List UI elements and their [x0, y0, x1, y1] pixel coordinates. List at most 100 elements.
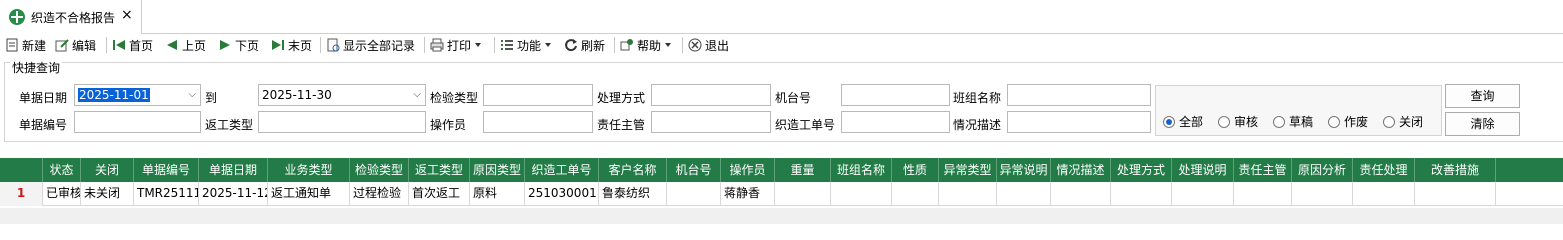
clear-button[interactable]: 清除: [1445, 112, 1520, 136]
radio-draft[interactable]: 草稿: [1273, 113, 1313, 130]
column-header[interactable]: 责任处理: [1353, 158, 1415, 182]
column-header[interactable]: 织造工单号: [525, 158, 599, 182]
column-header[interactable]: 原因类型: [470, 158, 525, 182]
table-cell[interactable]: 过程检验: [350, 182, 409, 206]
table-cell[interactable]: 251030001: [525, 182, 599, 206]
column-header[interactable]: 客户名称: [599, 158, 667, 182]
divider: [106, 37, 107, 53]
column-header[interactable]: 机台号: [667, 158, 721, 182]
column-header[interactable]: 处理方式: [1111, 158, 1172, 182]
column-header[interactable]: 返工类型: [409, 158, 470, 182]
last-page-button[interactable]: 末页: [271, 36, 312, 54]
table-cell[interactable]: [997, 182, 1051, 206]
refresh-icon: [564, 38, 578, 52]
date-from-picker[interactable]: 2025-11-01 ⌵: [74, 84, 201, 106]
close-icon[interactable]: ×: [121, 7, 133, 23]
desc-input[interactable]: [1007, 111, 1151, 133]
refresh-button[interactable]: 刷新: [564, 36, 605, 54]
table-cell[interactable]: 已审核: [43, 182, 81, 206]
exit-button[interactable]: 退出: [688, 36, 729, 54]
table-cell[interactable]: [1234, 182, 1292, 206]
edit-button[interactable]: 编辑: [55, 36, 96, 54]
table-cell[interactable]: [1353, 182, 1415, 206]
column-header[interactable]: 改善措施: [1415, 158, 1496, 182]
row-number[interactable]: 1: [0, 182, 43, 206]
desc-label: 情况描述: [953, 118, 1002, 132]
table-cell[interactable]: [1415, 182, 1496, 206]
column-header[interactable]: 处理说明: [1172, 158, 1234, 182]
tab-nonconformity-report[interactable]: 织造不合格报告 ×: [0, 0, 142, 34]
radio-approved[interactable]: 审核: [1218, 113, 1258, 130]
column-header[interactable]: 异常说明: [997, 158, 1051, 182]
horizontal-scrollbar[interactable]: [0, 208, 1563, 224]
chevron-down-icon: [545, 43, 552, 47]
function-menu-button[interactable]: 功能: [500, 36, 552, 54]
table-cell[interactable]: [1111, 182, 1172, 206]
table-cell[interactable]: 原料: [470, 182, 525, 206]
first-page-button[interactable]: 首页: [112, 36, 153, 54]
table-cell[interactable]: [1172, 182, 1234, 206]
column-header[interactable]: 单据编号: [134, 158, 199, 182]
rework-input[interactable]: [258, 111, 426, 133]
order-label: 织造工单号: [775, 118, 836, 132]
table-row[interactable]: 1已审核未关闭TMR251112012025-11-12返工通知单过程检验首次返…: [0, 182, 1563, 206]
new-button[interactable]: 新建: [5, 36, 46, 54]
operator-input[interactable]: [483, 111, 593, 133]
column-header[interactable]: 责任主管: [1234, 158, 1292, 182]
column-header[interactable]: 重量: [775, 158, 831, 182]
handle-label: 处理方式: [597, 91, 646, 105]
show-all-button[interactable]: 显示全部记录: [326, 36, 415, 54]
inspect-type-input[interactable]: [483, 84, 593, 106]
row-number-header[interactable]: [0, 158, 43, 182]
print-button[interactable]: 打印: [430, 36, 482, 54]
quick-query-title: 快捷查询: [10, 59, 63, 76]
column-header[interactable]: 异常类型: [939, 158, 997, 182]
exit-icon: [688, 38, 702, 52]
table-cell[interactable]: 返工通知单: [268, 182, 350, 206]
manager-input[interactable]: [651, 111, 771, 133]
table-cell[interactable]: [831, 182, 892, 206]
document-icon: [5, 38, 19, 52]
table-cell[interactable]: [667, 182, 721, 206]
inspect-type-label: 检验类型: [430, 91, 479, 105]
column-header[interactable]: 性质: [892, 158, 939, 182]
team-input[interactable]: [1007, 84, 1151, 106]
column-header[interactable]: 检验类型: [350, 158, 409, 182]
table-cell[interactable]: [775, 182, 831, 206]
date-to-picker[interactable]: 2025-11-30 ⌵: [258, 84, 426, 106]
column-header[interactable]: 关闭: [81, 158, 134, 182]
table-cell[interactable]: 鲁泰纺织: [599, 182, 667, 206]
query-button[interactable]: 查询: [1445, 84, 1520, 108]
chevron-down-icon: [665, 43, 672, 47]
toolbar: 新建 编辑 首页 上页 下页 末页 显示全部记录 打印 功能 刷新 帮助 退出: [0, 34, 1563, 56]
column-header[interactable]: 单据日期: [199, 158, 268, 182]
divider: [320, 37, 321, 53]
table-cell[interactable]: [892, 182, 939, 206]
column-header[interactable]: 业务类型: [268, 158, 350, 182]
next-page-button[interactable]: 下页: [218, 36, 259, 54]
table-cell[interactable]: TMR25111201: [134, 182, 199, 206]
prev-page-button[interactable]: 上页: [165, 36, 206, 54]
radio-all[interactable]: 全部: [1163, 113, 1203, 130]
table-cell[interactable]: 2025-11-12: [199, 182, 268, 206]
column-header[interactable]: 班组名称: [831, 158, 892, 182]
handle-input[interactable]: [651, 84, 771, 106]
machine-input[interactable]: [841, 84, 950, 106]
table-cell[interactable]: 未关闭: [81, 182, 134, 206]
doc-date-label: 单据日期: [19, 91, 68, 105]
table-cell[interactable]: 首次返工: [409, 182, 470, 206]
table-cell[interactable]: [1292, 182, 1353, 206]
column-header[interactable]: 操作员: [721, 158, 775, 182]
table-cell[interactable]: [939, 182, 997, 206]
table-cell[interactable]: [1051, 182, 1111, 206]
table-cell[interactable]: 蒋静香: [721, 182, 775, 206]
column-header[interactable]: 原因分析: [1292, 158, 1353, 182]
radio-void[interactable]: 作废: [1328, 113, 1368, 130]
order-input[interactable]: [841, 111, 950, 133]
help-menu-button[interactable]: 帮助: [620, 36, 672, 54]
radio-closed[interactable]: 关闭: [1383, 113, 1423, 130]
divider: [494, 37, 495, 53]
column-header[interactable]: 状态: [43, 158, 81, 182]
doc-no-input[interactable]: [74, 111, 201, 133]
column-header[interactable]: 情况描述: [1051, 158, 1111, 182]
